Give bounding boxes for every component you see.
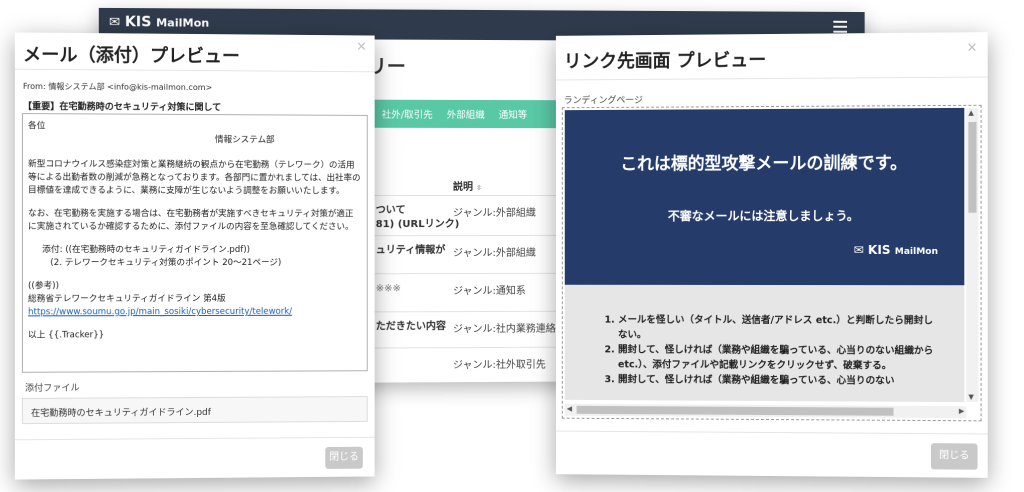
logo-kis-text: KIS: [868, 243, 891, 257]
row-title: ついて 81) (URLリンク): [376, 204, 460, 232]
modal-title: メール（添付）プレビュー: [23, 41, 240, 69]
tab-notice[interactable]: 通知等: [499, 107, 527, 121]
attachment-label: 添付ファイル: [25, 381, 80, 394]
sort-icon[interactable]: ⇳: [476, 184, 482, 192]
scroll-thumb[interactable]: [577, 406, 894, 416]
modal-title: リンク先画面 プレビュー: [564, 46, 766, 73]
from-label: From:: [23, 82, 46, 91]
logo-kis-text: KIS: [125, 14, 152, 30]
link-preview-modal: リンク先画面 プレビュー × ランディングページ これは標的型攻撃メールの訓練で…: [556, 32, 988, 478]
body-paragraph-1: 新型コロナウイルス感染症対策と業務継続の観点から在宅勤務（テレワーク）の活用等に…: [28, 158, 362, 198]
header-label: 説明: [453, 182, 473, 193]
row-genre: ジャンル:通知系: [453, 282, 526, 297]
mail-body[interactable]: 各位 情報システム部 新型コロナウイルス感染症対策と業務継続の観点から在宅勤務（…: [22, 113, 368, 373]
mail-icon: ✉: [854, 243, 864, 257]
list-item: 開封して、怪しければ（業務や組織を騙っている、心当りのない: [618, 372, 934, 389]
screenshot-stage: ✉ KIS MailMon リー 社外/取引先 外部組織 通知等 説明 ⇳ ついて…: [0, 0, 1024, 492]
closing: 以上 {{.Tracker}}: [28, 329, 362, 343]
body-paragraph-2: なお、在宅勤務を実施する場合は、在宅勤務者が実施すべきセキュリティ対策が適正に実…: [28, 208, 362, 234]
attachment-pages: (2. テレワークセキュリティ対策のポイント 20〜21ページ): [28, 257, 362, 270]
mail-icon: ✉: [109, 15, 120, 30]
row-genre: ジャンル:社内業務連絡: [453, 320, 556, 335]
guidance-list: メールを怪しい（タイトル、送信者/アドレス etc.）と判断したら開封しない。 …: [565, 285, 965, 402]
horizontal-scrollbar[interactable]: ◀ ▶: [565, 404, 967, 418]
reference-label: ((参考)): [28, 280, 362, 293]
reference-title: 総務省テレワークセキュリティガイドライン 第4版: [28, 293, 362, 307]
hamburger-menu-icon[interactable]: [833, 21, 847, 33]
reference-link[interactable]: https://www.soumu.go.jp/main_sosiki/cybe…: [28, 306, 362, 320]
close-button[interactable]: 閉じる: [325, 447, 363, 469]
divider: [556, 431, 988, 435]
from-line: From: 情報システム部 <info@kis-mailmon.com>: [23, 81, 212, 93]
landing-page-frame[interactable]: これは標的型攻撃メールの訓練です。 不審なメールには注意しましょう。 ✉ KIS…: [562, 105, 982, 422]
divider: [15, 69, 375, 73]
row-title: ュリティ情報が: [376, 244, 446, 258]
attachment-line: 添付: ((在宅勤務時のセキュリティガイドライン.pdf)): [28, 244, 362, 257]
table-header-description[interactable]: 説明 ⇳: [453, 178, 482, 193]
from-value: 情報システム部 <info@kis-mailmon.com>: [48, 82, 212, 92]
close-icon[interactable]: ×: [966, 40, 977, 55]
scroll-up-icon[interactable]: ▲: [968, 109, 973, 117]
landing-page-label: ランディングページ: [564, 93, 643, 106]
landing-subheadline: 不審なメールには注意しましょう。: [565, 207, 965, 225]
list-item: 開封して、怪しければ（業務や組織を騙っている、心当りのない組織から etc.）、…: [618, 342, 934, 373]
row-title: ※※※: [376, 282, 401, 296]
close-button[interactable]: 閉じる: [931, 443, 978, 470]
divider: [15, 437, 375, 441]
mail-subject: 【重要】在宅勤務時のセキュリティ対策に関して: [23, 99, 221, 113]
landing-logo: ✉ KIS MailMon: [854, 243, 938, 257]
scroll-left-icon[interactable]: ◀: [567, 405, 572, 413]
divider: [556, 77, 988, 81]
row-title: ただきたい内容: [376, 320, 446, 334]
landing-hero: これは標的型攻撃メールの訓練です。 不審なメールには注意しましょう。 ✉ KIS…: [565, 108, 965, 285]
close-icon[interactable]: ×: [356, 39, 367, 54]
row-genre: ジャンル:社外取引先: [453, 356, 546, 371]
scroll-right-icon[interactable]: ▶: [959, 407, 964, 415]
scroll-down-icon[interactable]: ▼: [968, 393, 973, 401]
tab-external-org[interactable]: 外部組織: [447, 107, 485, 121]
mail-preview-modal: メール（添付）プレビュー × From: 情報システム部 <info@kis-m…: [15, 32, 375, 479]
list-item: メールを怪しい（タイトル、送信者/アドレス etc.）と判断したら開封しない。: [618, 313, 934, 344]
scroll-thumb[interactable]: [968, 122, 976, 213]
row-genre: ジャンル:外部組織: [453, 244, 536, 259]
row-genre: ジャンル:外部組織: [453, 204, 536, 219]
logo-mailmon-text: MailMon: [895, 247, 938, 257]
landing-headline: これは標的型攻撃メールの訓練です。: [565, 148, 965, 174]
sender: 情報システム部: [28, 133, 362, 147]
vertical-scrollbar[interactable]: ▲ ▼: [966, 108, 978, 402]
app-logo: ✉ KIS MailMon: [109, 14, 209, 31]
logo-mailmon-text: MailMon: [156, 16, 209, 29]
tab-external-partner[interactable]: 社外/取引先: [382, 107, 433, 121]
attachment-field[interactable]: 在宅勤務時のセキュリティガイドライン.pdf: [22, 396, 368, 424]
